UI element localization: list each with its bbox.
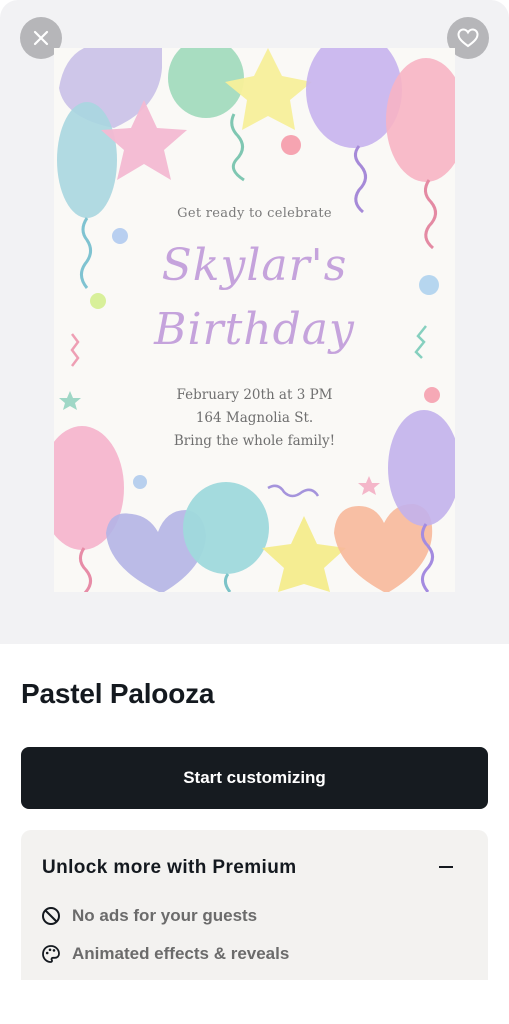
premium-feature-label: Animated effects & reveals [72, 944, 290, 963]
template-preview: Get ready to celebrate Skylar's Birthday… [0, 0, 509, 644]
start-customizing-button[interactable]: Start customizing [21, 747, 488, 809]
template-title: Pastel Palooza [21, 678, 215, 709]
close-icon [33, 30, 49, 46]
premium-panel: Unlock more with Premium No ads for your… [21, 830, 488, 980]
premium-title: Unlock more with Premium [42, 857, 297, 878]
invite-details: February 20th at 3 PM 164 Magnolia St. B… [54, 384, 455, 453]
invitation-card[interactable]: Get ready to celebrate Skylar's Birthday… [54, 48, 455, 592]
invite-eyebrow: Get ready to celebrate [177, 206, 332, 221]
palette-icon [42, 945, 60, 963]
invite-date-time: February 20th at 3 PM [176, 387, 333, 403]
heart-icon [457, 28, 479, 48]
invite-address: 164 Magnolia St. [195, 410, 314, 426]
invite-occasion: Birthday [154, 304, 355, 355]
premium-feature: Animated effects & reveals [41, 944, 289, 964]
premium-feature: No ads for your guests [41, 906, 257, 926]
invite-note: Bring the whole family! [173, 433, 336, 449]
premium-feature-label: No ads for your guests [72, 906, 258, 925]
no-ads-icon [42, 907, 60, 925]
invite-name: Skylar's [161, 240, 348, 291]
collapse-icon[interactable] [439, 866, 453, 868]
